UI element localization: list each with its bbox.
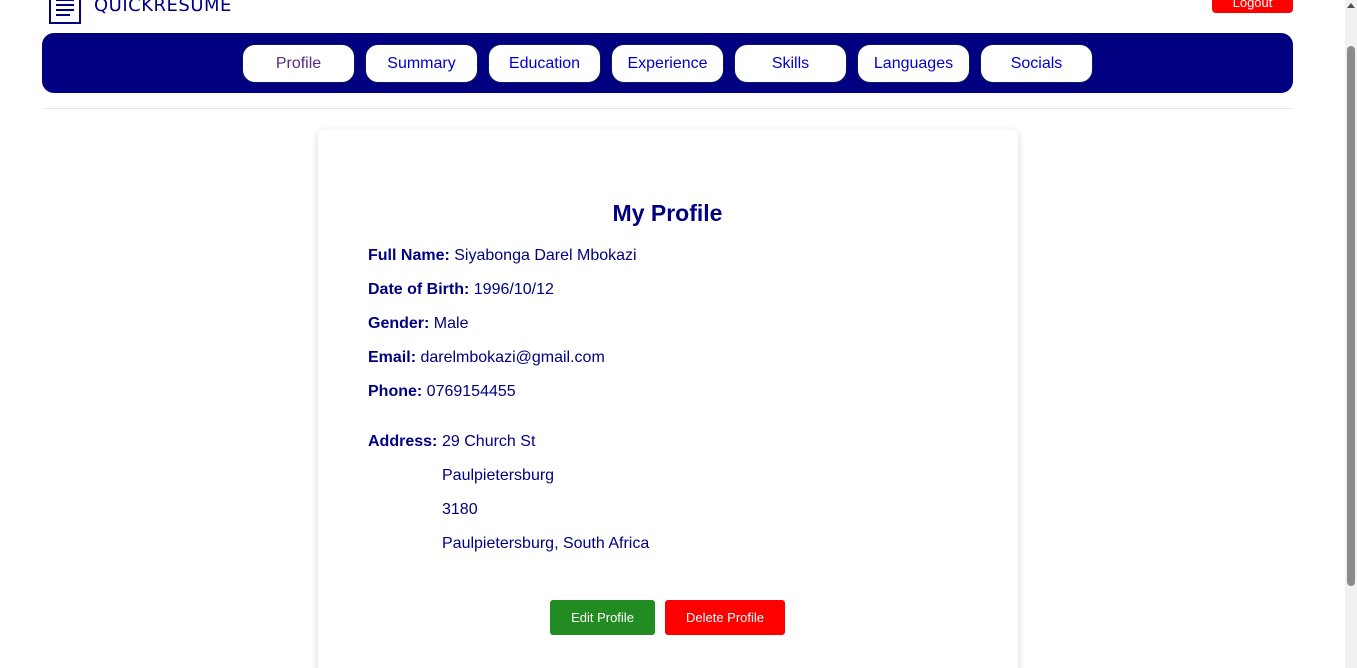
field-value: 0769154455: [426, 383, 516, 400]
field-date-of-birth: Date of Birth: 1996/10/12: [368, 281, 554, 299]
address-line: Paulpietersburg, South Africa: [442, 535, 650, 552]
field-label: Email:: [368, 349, 417, 366]
edit-profile-button[interactable]: Edit Profile: [550, 600, 655, 635]
field-value: darelmbokazi@gmail.com: [420, 349, 605, 366]
field-full-name: Full Name: Siyabonga Darel Mbokazi: [368, 247, 637, 265]
scrollbar-thumb[interactable]: [1347, 46, 1355, 586]
delete-profile-button[interactable]: Delete Profile: [665, 600, 785, 635]
tab-languages[interactable]: Languages: [857, 44, 970, 83]
field-label: Phone:: [368, 383, 423, 400]
field-value: 1996/10/12: [473, 281, 554, 298]
field-value: Male: [433, 315, 469, 332]
field-address-label: Address:: [368, 433, 437, 451]
tab-profile[interactable]: Profile: [242, 44, 355, 83]
tab-education[interactable]: Education: [488, 44, 601, 83]
tab-nav: Profile Summary Education Experience Ski…: [42, 33, 1293, 93]
field-value: Siyabonga Darel Mbokazi: [454, 247, 637, 264]
address-line: 3180: [442, 501, 478, 518]
field-phone: Phone: 0769154455: [368, 383, 516, 401]
field-label: Date of Birth:: [368, 281, 470, 298]
field-label: Gender:: [368, 315, 430, 332]
scroll-up-arrow-icon[interactable]: [1347, 3, 1355, 8]
address-line: 29 Church St: [442, 433, 536, 450]
logout-button[interactable]: Logout: [1212, 0, 1293, 13]
address-line: Paulpietersburg: [442, 467, 555, 484]
app-logo-text: QUICKRESUME: [94, 0, 232, 16]
header-divider: [44, 108, 1292, 109]
resume-logo-icon: [49, 0, 81, 24]
field-label: Address:: [368, 433, 438, 450]
tab-summary[interactable]: Summary: [365, 44, 478, 83]
profile-title: My Profile: [612, 200, 723, 226]
field-email: Email: darelmbokazi@gmail.com: [368, 349, 605, 367]
vertical-scrollbar[interactable]: [1345, 0, 1357, 668]
tab-skills[interactable]: Skills: [734, 44, 847, 83]
field-label: Full Name:: [368, 247, 450, 264]
field-gender: Gender: Male: [368, 315, 468, 333]
page: QUICKRESUME Logout Profile Summary Educa…: [0, 0, 1357, 668]
tab-socials[interactable]: Socials: [980, 44, 1093, 83]
tab-experience[interactable]: Experience: [611, 44, 724, 83]
